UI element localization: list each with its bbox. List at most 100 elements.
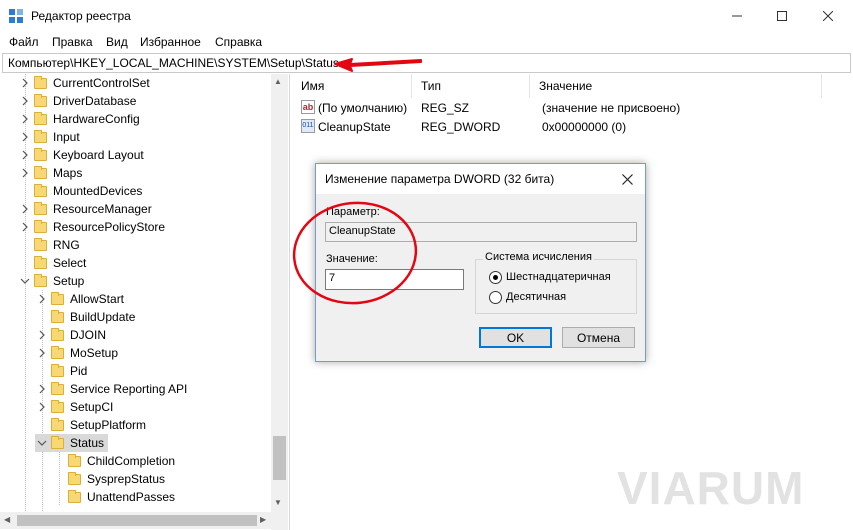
- tree-item[interactable]: UnattendPasses: [54, 488, 175, 506]
- chevron-right-icon[interactable]: [37, 402, 47, 412]
- menu-view[interactable]: Вид: [106, 35, 128, 49]
- maximize-button[interactable]: [759, 0, 805, 32]
- value-name: CleanupState: [318, 120, 391, 134]
- tree-item[interactable]: SetupCI: [37, 398, 113, 416]
- folder-icon: [34, 255, 47, 269]
- scroll-thumb[interactable]: [273, 436, 286, 480]
- close-icon: [621, 173, 633, 185]
- folder-icon: [51, 435, 64, 449]
- tree-item-label: Pid: [70, 364, 88, 378]
- tree-item[interactable]: BuildUpdate: [37, 308, 135, 326]
- chevron-right-icon[interactable]: [20, 168, 30, 178]
- chevron-right-icon[interactable]: [20, 132, 30, 142]
- folder-icon: [34, 219, 47, 233]
- tree-horizontal-scrollbar[interactable]: ◀ ▶: [0, 512, 271, 529]
- menu-favorites[interactable]: Избранное: [140, 35, 201, 49]
- tree-item[interactable]: Service Reporting API: [37, 380, 187, 398]
- chevron-right-icon[interactable]: [20, 222, 30, 232]
- folder-icon: [34, 237, 47, 251]
- minimize-button[interactable]: [714, 0, 760, 32]
- folder-icon: [34, 273, 47, 287]
- value-type: REG_SZ: [421, 101, 470, 115]
- tree-item-label: UnattendPasses: [87, 490, 176, 504]
- tree-item[interactable]: SysprepStatus: [54, 470, 165, 488]
- tree-item-label: ChildCompletion: [87, 454, 176, 468]
- ok-button[interactable]: OK: [479, 327, 552, 348]
- menu-file[interactable]: Файл: [9, 35, 39, 49]
- scroll-left-icon[interactable]: ◀: [4, 515, 10, 524]
- chevron-right-icon[interactable]: [37, 348, 47, 358]
- tree-spacer: [54, 474, 64, 484]
- scroll-right-icon[interactable]: ▶: [260, 515, 266, 524]
- tree-item[interactable]: Maps: [20, 164, 82, 182]
- tree-item[interactable]: AllowStart: [37, 290, 124, 308]
- radio-dec[interactable]: [489, 291, 502, 304]
- chevron-down-icon[interactable]: [20, 276, 30, 286]
- chevron-right-icon[interactable]: [20, 114, 30, 124]
- tree-vertical-scrollbar[interactable]: ▲ ▼: [271, 74, 288, 530]
- address-bar[interactable]: Компьютер\HKEY_LOCAL_MACHINE\SYSTEM\Setu…: [2, 53, 851, 73]
- scroll-up-icon[interactable]: ▲: [274, 77, 282, 86]
- chevron-right-icon[interactable]: [20, 96, 30, 106]
- scroll-down-icon[interactable]: ▼: [274, 498, 282, 507]
- column-header-type[interactable]: Тип: [412, 74, 530, 98]
- tree-spacer: [20, 186, 30, 196]
- tree-item[interactable]: Pid: [37, 362, 87, 380]
- folder-icon: [34, 111, 47, 125]
- tree-item-label: Input: [53, 130, 80, 144]
- chevron-right-icon[interactable]: [37, 330, 47, 340]
- string-value-icon: ab: [301, 100, 315, 114]
- column-header-name[interactable]: Имя: [292, 74, 412, 98]
- tree-item[interactable]: MountedDevices: [20, 182, 142, 200]
- chevron-right-icon[interactable]: [37, 384, 47, 394]
- value-input[interactable]: 7: [325, 269, 464, 290]
- cancel-button[interactable]: Отмена: [562, 327, 635, 348]
- radio-dec-label[interactable]: Десятичная: [506, 291, 566, 303]
- param-name-value: CleanupState: [329, 225, 396, 237]
- close-window-button[interactable]: [805, 0, 851, 32]
- tree-spacer: [54, 456, 64, 466]
- menu-edit[interactable]: Правка: [52, 35, 93, 49]
- chevron-right-icon[interactable]: [20, 150, 30, 160]
- tree-item[interactable]: DJOIN: [37, 326, 106, 344]
- tree-item[interactable]: ResourceManager: [20, 200, 152, 218]
- tree-item[interactable]: ChildCompletion: [54, 452, 175, 470]
- tree-item[interactable]: Status: [35, 434, 109, 452]
- tree-item[interactable]: Keyboard Layout: [20, 146, 144, 164]
- value-row-cleanupstate[interactable]: 011 CleanupState REG_DWORD 0x00000000 (0…: [292, 118, 832, 137]
- tree-item[interactable]: RNG: [20, 236, 80, 254]
- chevron-right-icon[interactable]: [20, 204, 30, 214]
- tree-spacer: [37, 420, 47, 430]
- tree-item[interactable]: ResourcePolicyStore: [20, 218, 165, 236]
- folder-icon: [68, 489, 81, 503]
- tree-item[interactable]: SetupPlatform: [37, 416, 146, 434]
- tree-item[interactable]: Setup: [20, 272, 84, 290]
- tree-item[interactable]: Select: [20, 254, 86, 272]
- tree-spacer: [37, 312, 47, 322]
- tree-item-label: ResourcePolicyStore: [53, 220, 166, 234]
- column-header-value[interactable]: Значение: [530, 74, 822, 98]
- chevron-right-icon[interactable]: [20, 78, 30, 88]
- dword-value-icon: 011: [301, 119, 315, 133]
- close-icon: [823, 11, 833, 21]
- title-bar: Редактор реестра: [0, 0, 853, 32]
- tree-item[interactable]: Input: [20, 128, 80, 146]
- hscroll-thumb[interactable]: [17, 515, 257, 526]
- tree-item[interactable]: HardwareConfig: [20, 110, 140, 128]
- tree-item-label: Service Reporting API: [70, 382, 188, 396]
- value-row-default[interactable]: ab (По умолчанию) REG_SZ (значение не пр…: [292, 99, 832, 118]
- tree-spacer: [20, 258, 30, 268]
- tree-item[interactable]: CurrentControlSet: [20, 74, 150, 92]
- tree-item[interactable]: DriverDatabase: [20, 92, 136, 110]
- menu-help[interactable]: Справка: [215, 35, 262, 49]
- radio-hex[interactable]: [489, 271, 502, 284]
- radio-hex-label[interactable]: Шестнадцатеричная: [506, 271, 611, 283]
- value-input-text: 7: [329, 272, 336, 284]
- tree-item[interactable]: MoSetup: [37, 344, 118, 362]
- value-name: (По умолчанию): [318, 101, 408, 115]
- folder-icon: [51, 417, 64, 431]
- chevron-down-icon[interactable]: [37, 438, 47, 448]
- chevron-right-icon[interactable]: [37, 294, 47, 304]
- folder-icon: [34, 75, 47, 89]
- dialog-close-button[interactable]: [616, 168, 638, 190]
